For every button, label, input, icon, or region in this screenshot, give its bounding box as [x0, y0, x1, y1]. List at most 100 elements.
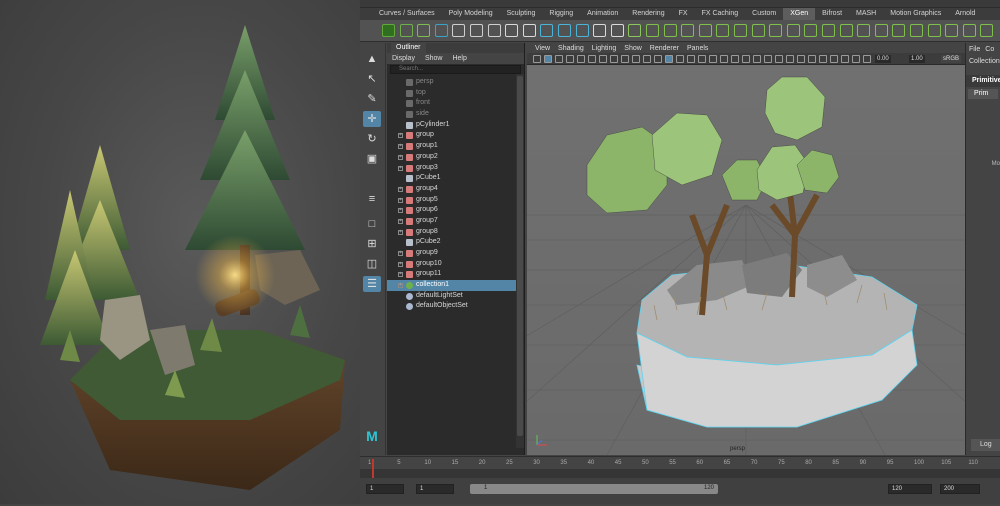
isolate-select-icon[interactable]: [764, 55, 772, 63]
exposure-field[interactable]: 0.00: [875, 55, 891, 63]
clump-brush-icon[interactable]: [822, 24, 835, 37]
scale-brush-icon[interactable]: [786, 24, 800, 37]
density-brush-icon[interactable]: [646, 24, 659, 37]
wireframe-icon[interactable]: [654, 55, 662, 63]
current-time-indicator[interactable]: [372, 459, 374, 479]
xgen-preview-icon[interactable]: [808, 55, 816, 63]
time-slider[interactable]: 1 5 10 15 20 25 30 35 40 45 50 55 60 65 70 75 80 85 90 95 10…: [360, 456, 1000, 479]
xgen-tool-icon[interactable]: ≡: [363, 191, 381, 207]
grid-icon[interactable]: [577, 55, 585, 63]
viewport-menu-shading[interactable]: Shading: [554, 45, 588, 52]
freeze-brush-icon[interactable]: [857, 24, 871, 37]
film-gate-icon[interactable]: [588, 55, 596, 63]
shelf-tab-xgen[interactable]: XGen: [783, 8, 816, 20]
backface-icon[interactable]: [797, 55, 805, 63]
outliner-item-group8[interactable]: + group8: [387, 227, 524, 238]
select-tool-icon[interactable]: ▲: [363, 51, 381, 67]
single-perspective-layout-icon[interactable]: □: [363, 216, 381, 232]
outliner-item-group6[interactable]: + group6: [387, 205, 524, 216]
textured-icon[interactable]: [687, 55, 695, 63]
image-plane-icon[interactable]: [566, 55, 574, 63]
preview-icon[interactable]: [610, 24, 624, 37]
camera-attributes-icon[interactable]: [544, 55, 552, 63]
outliner-scroll-thumb[interactable]: [517, 76, 523, 436]
part-brush-icon[interactable]: [839, 24, 853, 37]
guide-curve-icon[interactable]: [505, 24, 519, 37]
cache-icon[interactable]: [927, 24, 941, 37]
outliner-item-defaultobjectset[interactable]: defaultObjectSet: [387, 301, 524, 312]
outliner-menu-help[interactable]: Help: [447, 55, 471, 62]
safe-title-icon[interactable]: [643, 55, 651, 63]
two-sided-icon[interactable]: [830, 55, 838, 63]
smooth-shade-icon[interactable]: [665, 55, 673, 63]
outliner-item-group10[interactable]: + group10: [387, 259, 524, 270]
viewport-menu-panels[interactable]: Panels: [683, 45, 712, 52]
depth-of-field-icon[interactable]: [753, 55, 761, 63]
shelf-tab-custom[interactable]: Custom: [745, 8, 783, 20]
outliner-item-group4[interactable]: + group4: [387, 184, 524, 195]
outliner-item-persp[interactable]: persp: [387, 77, 524, 88]
camera-name-icon[interactable]: [841, 55, 849, 63]
shelf-tab-arnold[interactable]: Arnold: [948, 8, 982, 20]
outliner-item-collection1[interactable]: + collection1: [387, 280, 524, 291]
clump-modifier-icon[interactable]: [558, 24, 571, 37]
lights-icon[interactable]: [698, 55, 706, 63]
xgen-create-description-icon[interactable]: [382, 24, 395, 37]
shelf-tab-animation[interactable]: Animation: [580, 8, 625, 20]
bookmark-icon[interactable]: [555, 55, 563, 63]
viewport-menu-renderer[interactable]: Renderer: [646, 45, 683, 52]
shelf-tab-fx[interactable]: FX: [672, 8, 695, 20]
scale-tool-icon[interactable]: ▣: [363, 151, 381, 167]
lasso-tool-icon[interactable]: ↖: [363, 71, 381, 87]
expand-icon[interactable]: +: [398, 283, 403, 289]
expand-icon[interactable]: +: [398, 261, 403, 267]
range-slider-handle[interactable]: 1 120: [470, 484, 718, 494]
expand-icon[interactable]: +: [398, 165, 403, 171]
playback-end-field[interactable]: 120: [888, 484, 932, 494]
shelf-tab-rigging[interactable]: Rigging: [542, 8, 580, 20]
smooth-brush-icon[interactable]: [716, 24, 730, 37]
outliner-item-defaultlightset[interactable]: defaultLightSet: [387, 291, 524, 302]
paint-select-tool-icon[interactable]: ✎: [363, 91, 381, 107]
wireframe-on-shaded-icon[interactable]: [676, 55, 684, 63]
split-icon[interactable]: [910, 24, 923, 37]
animation-start-field[interactable]: 1: [366, 484, 404, 494]
expand-icon[interactable]: +: [398, 144, 403, 150]
noise-modifier-icon[interactable]: [540, 24, 554, 37]
comb-brush-icon[interactable]: [663, 24, 677, 37]
expand-icon[interactable]: +: [398, 272, 403, 278]
guide-bend-icon[interactable]: [522, 24, 536, 37]
outliner-layout-icon[interactable]: ☰: [363, 276, 381, 292]
expand-icon[interactable]: +: [398, 133, 403, 139]
color-space-label[interactable]: sRGB: [941, 55, 962, 63]
xray-joints-icon[interactable]: [786, 55, 794, 63]
resolution-gate-icon[interactable]: [599, 55, 607, 63]
shelf-tab-fx-caching[interactable]: FX Caching: [695, 8, 746, 20]
outliner-item-group3[interactable]: + group3: [387, 163, 524, 174]
outliner-title-tab[interactable]: Outliner: [387, 43, 524, 53]
outliner-item-group[interactable]: + group: [387, 130, 524, 141]
animation-end-field[interactable]: 200: [940, 484, 980, 494]
outliner-item-group5[interactable]: + group5: [387, 195, 524, 206]
shelf-tab-mash[interactable]: MASH: [849, 8, 883, 20]
shelf-tab-curves-surfaces[interactable]: Curves / Surfaces: [372, 8, 442, 20]
hud-icon[interactable]: [819, 55, 827, 63]
outliner-item-pcylinder1[interactable]: pCylinder1: [387, 120, 524, 131]
outliner-item-group2[interactable]: + group2: [387, 152, 524, 163]
outliner-scrollbar[interactable]: [516, 74, 524, 448]
viewport-menu-lighting[interactable]: Lighting: [588, 45, 621, 52]
attr-section-prim[interactable]: Prim: [968, 89, 998, 99]
xgen-editor-icon[interactable]: [417, 24, 431, 37]
four-view-layout-icon[interactable]: ⊞: [363, 236, 381, 252]
exposure-icon[interactable]: [852, 55, 860, 63]
guide-add-icon[interactable]: [452, 24, 466, 37]
expand-icon[interactable]: +: [398, 197, 403, 203]
attribute-brush-icon[interactable]: [892, 24, 906, 37]
shelf-tab-motion-graphics[interactable]: Motion Graphics: [883, 8, 948, 20]
outliner-menu-display[interactable]: Display: [387, 55, 420, 62]
expand-icon[interactable]: +: [398, 218, 403, 224]
outliner-item-top[interactable]: top: [387, 88, 524, 99]
outliner-menu-show[interactable]: Show: [420, 55, 448, 62]
length-brush-icon[interactable]: [698, 24, 712, 37]
width-brush-icon[interactable]: [681, 24, 695, 37]
